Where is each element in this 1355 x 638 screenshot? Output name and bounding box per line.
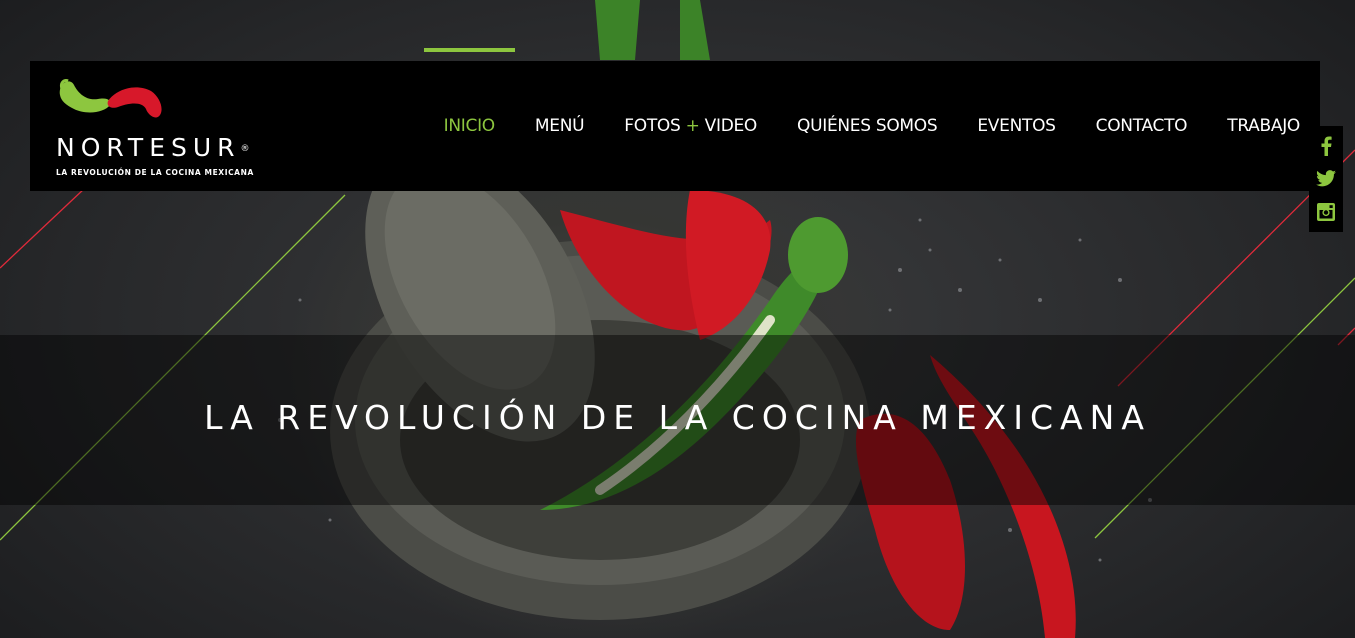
nav-item-fotos-label: FOTOS (624, 116, 686, 136)
hero-headline: LA REVOLUCIÓN DE LA COCINA MEXICANA (204, 398, 1151, 437)
nav-item-video-label: VIDEO (699, 116, 758, 136)
logo-tagline: LA REVOLUCIÓN DE LA COCINA MEXICANA (56, 168, 254, 177)
plus-sign: + (685, 116, 700, 136)
facebook-icon[interactable] (1316, 136, 1336, 157)
green-chili-top (788, 217, 848, 293)
nav-item-inicio[interactable]: INICIO (423, 48, 516, 136)
green-chili-stem-2 (680, 0, 710, 60)
chili-logo-icon (59, 79, 162, 118)
logo-wordmark: NORTESUR® (56, 133, 250, 162)
nav-item-contacto[interactable]: CONTACTO (1096, 116, 1188, 136)
nav-item-eventos[interactable]: EVENTOS (977, 116, 1056, 136)
decor-line-red-left (0, 187, 86, 269)
main-menu: INICIO MENÚ FOTOS + VIDEO QUIÉNES SOMOS … (423, 48, 1300, 191)
green-chili-stem-1 (595, 0, 640, 60)
nav-item-quienes-somos[interactable]: QUIÉNES SOMOS (797, 116, 938, 136)
top-navbar: NORTESUR® LA REVOLUCIÓN DE LA COCINA MEX… (30, 48, 1320, 191)
instagram-icon[interactable] (1316, 202, 1336, 222)
nav-item-fotos-video[interactable]: FOTOS + VIDEO (624, 116, 757, 136)
twitter-icon[interactable] (1316, 169, 1336, 189)
social-sidebar (1309, 126, 1343, 232)
nav-item-menu[interactable]: MENÚ (535, 116, 585, 136)
nav-item-trabajo[interactable]: TRABAJO (1227, 116, 1300, 136)
nortesur-logo[interactable]: NORTESUR® LA REVOLUCIÓN DE LA COCINA MEX… (56, 75, 256, 179)
